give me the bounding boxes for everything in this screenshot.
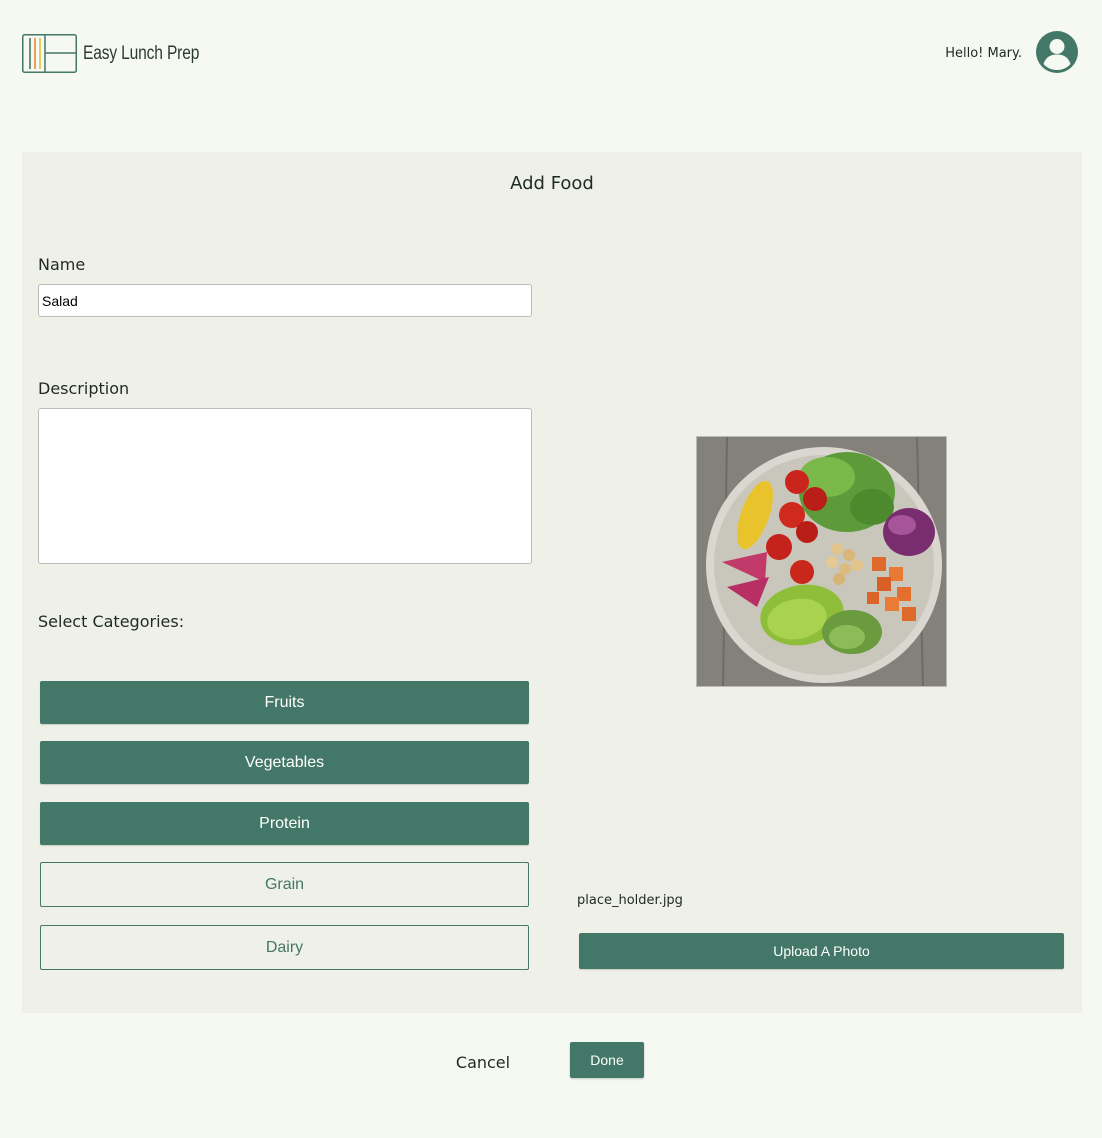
photo-filename: place_holder.jpg	[577, 893, 683, 908]
name-label: Name	[38, 255, 86, 274]
description-input[interactable]	[38, 408, 532, 564]
cancel-button[interactable]: Cancel	[440, 1050, 526, 1074]
panel-title: Add Food	[510, 173, 594, 194]
add-food-page: Easy Lunch Prep Hello! Mary. Add Food Na…	[0, 0, 1102, 1138]
category-grain-button[interactable]: Grain	[40, 862, 529, 907]
category-dairy-button[interactable]: Dairy	[40, 925, 529, 970]
upload-photo-button[interactable]: Upload A Photo	[579, 933, 1064, 969]
description-label: Description	[38, 379, 130, 398]
categories-label: Select Categories:	[38, 612, 185, 631]
category-vegetables-button[interactable]: Vegetables	[40, 741, 529, 784]
add-food-panel: Add Food Name Description Select Categor…	[22, 152, 1082, 1013]
app-logo[interactable]: Easy Lunch Prep	[22, 34, 225, 73]
food-photo	[696, 436, 947, 687]
user-greeting: Hello! Mary.	[945, 46, 1022, 61]
category-protein-button[interactable]: Protein	[40, 802, 529, 845]
app-name: Easy Lunch Prep	[83, 42, 200, 64]
salad-bowl-image	[697, 437, 946, 686]
done-button[interactable]: Done	[570, 1042, 644, 1078]
lunchbox-logo-icon	[22, 34, 77, 73]
category-fruits-button[interactable]: Fruits	[40, 681, 529, 724]
user-avatar-icon[interactable]	[1036, 31, 1078, 73]
name-input[interactable]	[38, 284, 532, 317]
